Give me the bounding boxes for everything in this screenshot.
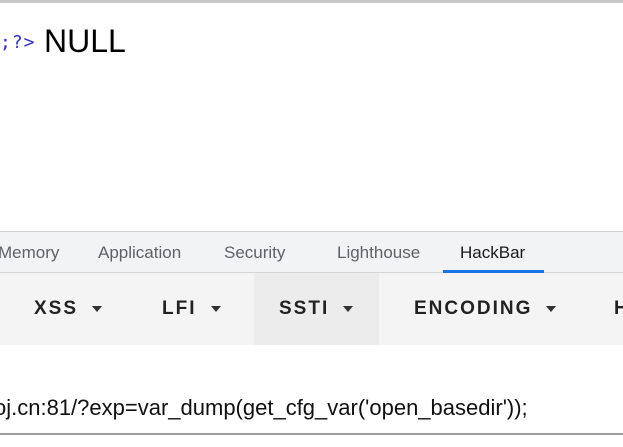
menu-truncated[interactable]: H — [614, 273, 623, 345]
menu-encoding-label: ENCODING — [414, 298, 533, 319]
caret-down-icon — [210, 306, 221, 312]
devtools-tab-bar: Memory Application Security Lighthouse H… — [0, 231, 623, 273]
menu-encoding[interactable]: ENCODING — [414, 273, 557, 345]
tab-memory[interactable]: Memory — [0, 232, 59, 273]
menu-lfi-label: LFI — [162, 298, 197, 319]
php-code-fragment: ;?> — [0, 32, 36, 53]
hackbar-menu-bar: XSS LFI SSTI ENCODING H — [0, 273, 623, 345]
menu-xss[interactable]: XSS — [34, 273, 103, 345]
menu-ssti[interactable]: SSTI — [254, 273, 380, 345]
menu-xss-label: XSS — [34, 298, 79, 319]
url-input-value[interactable]: oj.cn:81/?exp=var_dump(get_cfg_var('open… — [0, 395, 528, 421]
tab-hackbar[interactable]: HackBar — [460, 232, 525, 273]
caret-down-icon — [546, 306, 557, 312]
tab-application[interactable]: Application — [98, 232, 181, 273]
page-content: ;?> NULL — [0, 3, 623, 231]
caret-down-icon — [92, 306, 103, 312]
page-output: NULL — [44, 23, 126, 59]
hackbar-url-field[interactable]: oj.cn:81/?exp=var_dump(get_cfg_var('open… — [0, 345, 623, 447]
tab-security[interactable]: Security — [224, 232, 285, 273]
tab-lighthouse[interactable]: Lighthouse — [337, 232, 420, 273]
menu-lfi[interactable]: LFI — [162, 273, 221, 345]
url-field-underline — [0, 433, 623, 435]
menu-ssti-label: SSTI — [279, 298, 330, 319]
caret-down-icon — [343, 306, 354, 312]
menu-truncated-label: H — [614, 298, 623, 319]
